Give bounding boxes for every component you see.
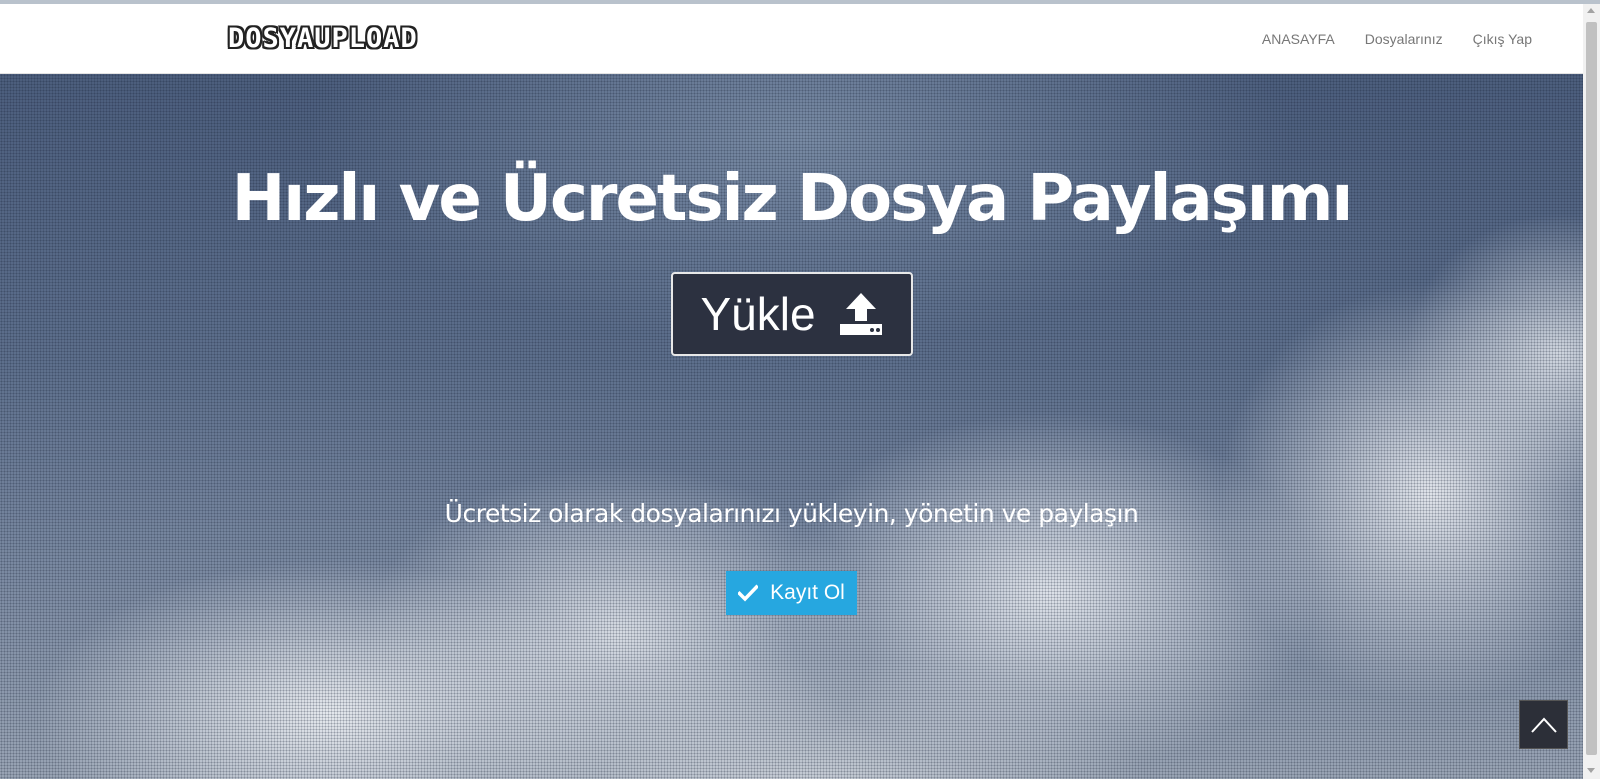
nav-link-logout[interactable]: Çıkış Yap [1473,31,1532,47]
register-button-label: Kayıt Ol [770,581,845,604]
check-icon [738,584,759,602]
upload-button[interactable]: Yükle [671,272,913,356]
scrollbar-thumb[interactable] [1586,22,1597,755]
page-scrollbar[interactable] [1583,4,1600,779]
nav-link-home[interactable]: ANASAYFA [1262,31,1335,47]
hero-subtitle: Ücretsiz olarak dosyalarınızı yükleyin, … [444,499,1139,528]
nav-link-your-files[interactable]: Dosyalarınız [1365,31,1443,47]
register-button[interactable]: Kayıt Ol [726,571,857,615]
hero-section: Hızlı ve Ücretsiz Dosya Paylaşımı Yükle … [0,74,1583,779]
scroll-to-top-button[interactable] [1519,700,1568,749]
chevron-up-icon [1530,717,1557,733]
navbar: DOSYAUPLOAD ANASAYFA Dosyalarınız Çıkış … [0,4,1583,74]
nav-links: ANASAYFA Dosyalarınız Çıkış Yap [1232,4,1532,74]
scroll-up-arrow-icon[interactable] [1587,8,1595,13]
scroll-down-arrow-icon[interactable] [1587,768,1595,773]
hero-title: Hızlı ve Ücretsiz Dosya Paylaşımı [231,162,1354,236]
upload-icon [839,293,882,335]
upload-button-label: Yükle [700,288,816,340]
site-logo[interactable]: DOSYAUPLOAD [224,22,422,56]
